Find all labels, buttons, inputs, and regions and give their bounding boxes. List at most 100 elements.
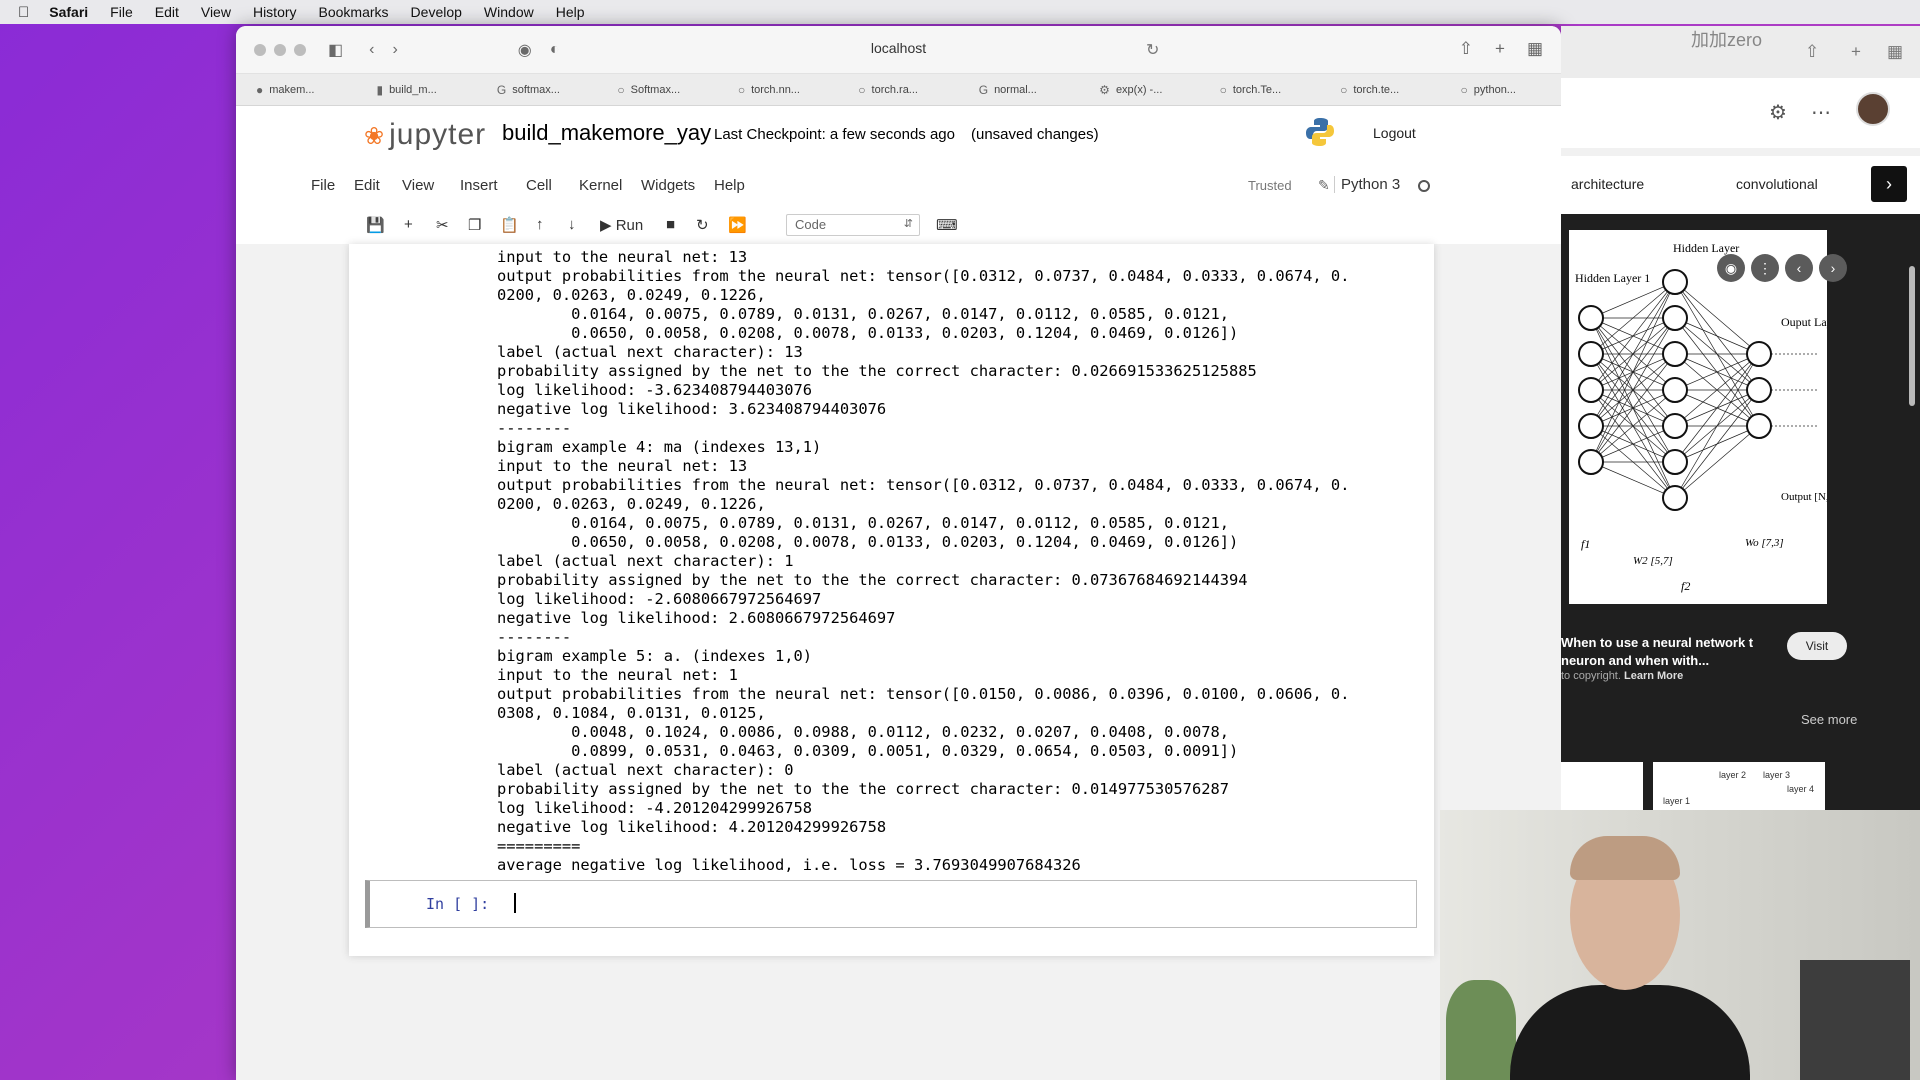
tab-torch-nn[interactable]: ○ torch.nn... (718, 83, 838, 97)
next-icon[interactable]: › (1819, 254, 1847, 282)
menu-app-name[interactable]: Safari (49, 4, 88, 20)
jmenu-edit[interactable]: Edit (354, 177, 380, 194)
apple-icon[interactable]:  (18, 4, 29, 21)
notebook-page: input to the neural net: 13 output probab… (349, 244, 1434, 956)
chip-architecture[interactable]: architecture (1571, 176, 1644, 192)
tab-overview-icon[interactable]: ▦ (1527, 39, 1543, 59)
restart-icon[interactable]: ↻ (696, 216, 709, 234)
trusted-indicator[interactable]: Trusted (1248, 178, 1292, 193)
nn-node (1578, 377, 1604, 403)
keyboard-icon[interactable]: ⌨ (936, 216, 958, 234)
related-thumbnail-1[interactable] (1561, 762, 1643, 812)
menu-edit[interactable]: Edit (155, 4, 179, 20)
output-line: input to the neural net: 13 (497, 248, 748, 266)
label-hidden2: Hidden Layer (1673, 241, 1739, 255)
logout-button[interactable]: Logout (1373, 125, 1416, 141)
tab-build-makemore[interactable]: ▮ build_m... (356, 83, 476, 97)
move-down-icon[interactable]: ↓ (568, 216, 576, 233)
output-line: input to the neural net: 1 (497, 666, 738, 684)
neural-network-diagram[interactable]: Hidden Layer 1 Hidden Layer Ouput Layer … (1569, 230, 1847, 604)
nn-node (1662, 377, 1688, 403)
apps-grid-icon[interactable]: ⋯ (1811, 100, 1831, 125)
cell-type-select[interactable]: Code ⇵ (786, 214, 920, 236)
nn-edge (1590, 461, 1676, 499)
jmenu-kernel[interactable]: Kernel (579, 177, 622, 194)
scrollbar[interactable] (1909, 266, 1915, 406)
save-icon[interactable]: 💾 (366, 216, 385, 234)
jmenu-widgets[interactable]: Widgets (641, 177, 695, 194)
code-cell[interactable]: In [ ]: (365, 880, 1417, 928)
output-line: negative log likelihood: 2.6080667972564… (497, 609, 896, 627)
result-title[interactable]: When to use a neural network t neuron an… (1561, 634, 1781, 670)
menu-develop[interactable]: Develop (411, 4, 462, 20)
macos-menubar:  Safari File Edit View History Bookmark… (0, 0, 1920, 24)
paste-icon[interactable]: 📋 (500, 216, 519, 234)
lens-icon[interactable]: ◉ (1717, 254, 1745, 282)
tab-bar: ● makem... ▮ build_m... Gsoftmax... ○ Softm… (236, 74, 1561, 106)
label-f1: f1 (1581, 537, 1590, 551)
reload-icon[interactable]: ↻ (1146, 40, 1159, 60)
tab-normal[interactable]: Gnormal... (959, 83, 1079, 97)
notebook-title[interactable]: build_makemore_yay (502, 120, 711, 146)
add-cell-icon[interactable]: + (404, 216, 413, 233)
see-more-link[interactable]: See more (1801, 712, 1857, 727)
output-line: 0.0899, 0.0531, 0.0463, 0.0309, 0.0051, … (497, 742, 1239, 760)
fast-forward-icon[interactable]: ⏩ (728, 216, 747, 234)
jmenu-file[interactable]: File (311, 177, 335, 194)
label-wo: Wo [7,3] (1745, 537, 1784, 549)
tab-softmax-google[interactable]: Gsoftmax... (477, 83, 597, 97)
stop-icon[interactable]: ■ (666, 216, 675, 233)
learn-more-link[interactable]: Learn More (1624, 670, 1683, 682)
tab-overview-icon[interactable]: ▦ (1887, 42, 1903, 62)
output-line: bigram example 4: ma (indexes 13,1) (497, 438, 822, 456)
tab-torch-tensor[interactable]: ○ torch.Te... (1200, 83, 1320, 97)
tab-softmax-pytorch[interactable]: ○ Softmax... (597, 83, 717, 97)
jmenu-insert[interactable]: Insert (460, 177, 498, 194)
new-tab-icon[interactable]: + (1851, 42, 1861, 62)
menu-window[interactable]: Window (484, 4, 534, 20)
jupyter-logo[interactable]: ❀ jupyter (364, 118, 486, 152)
nn-figure: Hidden Layer 1 Hidden Layer Ouput Layer … (1575, 241, 1842, 593)
tab-torch-te[interactable]: ○ torch.te... (1320, 83, 1440, 97)
menu-help[interactable]: Help (556, 4, 585, 20)
tab-exp[interactable]: ⚙ exp(x) -... (1079, 83, 1199, 97)
output-line: -------- (497, 419, 572, 437)
image-preview-panel: Hidden Layer 1 Hidden Layer Ouput Layer … (1561, 214, 1920, 812)
output-line: output probabilities from the neural net… (497, 476, 1350, 494)
visit-button[interactable]: Visit (1787, 632, 1847, 660)
chip-convolutional[interactable]: convolutional (1736, 176, 1818, 192)
label-output-layer: Ouput Layer (1781, 315, 1827, 329)
share-icon[interactable]: ⇧ (1459, 39, 1473, 59)
menu-history[interactable]: History (253, 4, 297, 20)
more-options-icon[interactable]: ⋮ (1751, 254, 1779, 282)
menu-file[interactable]: File (110, 4, 133, 20)
jmenu-view[interactable]: View (402, 177, 434, 194)
output-line: probability assigned by the net to the t… (497, 362, 1257, 380)
kernel-name[interactable]: Python 3 (1334, 176, 1400, 193)
pytorch-icon: ○ (617, 82, 625, 97)
notebook-area: input to the neural net: 13 output probab… (236, 244, 1561, 1080)
avatar[interactable] (1856, 92, 1890, 126)
edit-pencil-icon[interactable]: ✎ (1318, 177, 1330, 194)
address-bar[interactable]: localhost (236, 40, 1561, 56)
settings-gear-icon[interactable]: ⚙ (1769, 100, 1787, 125)
menu-bookmarks[interactable]: Bookmarks (319, 4, 389, 20)
output-line: 0.0164, 0.0075, 0.0789, 0.0131, 0.0267, … (497, 514, 1230, 532)
jmenu-help[interactable]: Help (714, 177, 745, 194)
output-line: 0200, 0.0263, 0.0249, 0.1226, (497, 286, 766, 304)
new-tab-icon[interactable]: + (1495, 39, 1505, 59)
nn-edge (1590, 281, 1676, 463)
tab-python[interactable]: ○ python... (1441, 83, 1561, 97)
chevron-right-icon[interactable]: › (1871, 166, 1907, 202)
copy-icon[interactable]: ❐ (468, 216, 481, 234)
related-thumbnail-2[interactable]: layer 2 layer 3 layer 4 layer 1 (1653, 762, 1825, 812)
move-up-icon[interactable]: ↑ (536, 216, 544, 233)
share-icon[interactable]: ⇧ (1805, 42, 1819, 62)
menu-view[interactable]: View (201, 4, 231, 20)
jmenu-cell[interactable]: Cell (526, 177, 552, 194)
tab-torch-ra[interactable]: ○ torch.ra... (838, 83, 958, 97)
previous-icon[interactable]: ‹ (1785, 254, 1813, 282)
cut-icon[interactable]: ✂ (436, 216, 449, 234)
tab-makemore[interactable]: ● makem... (236, 83, 356, 97)
run-button[interactable]: ▶ Run (600, 216, 643, 234)
